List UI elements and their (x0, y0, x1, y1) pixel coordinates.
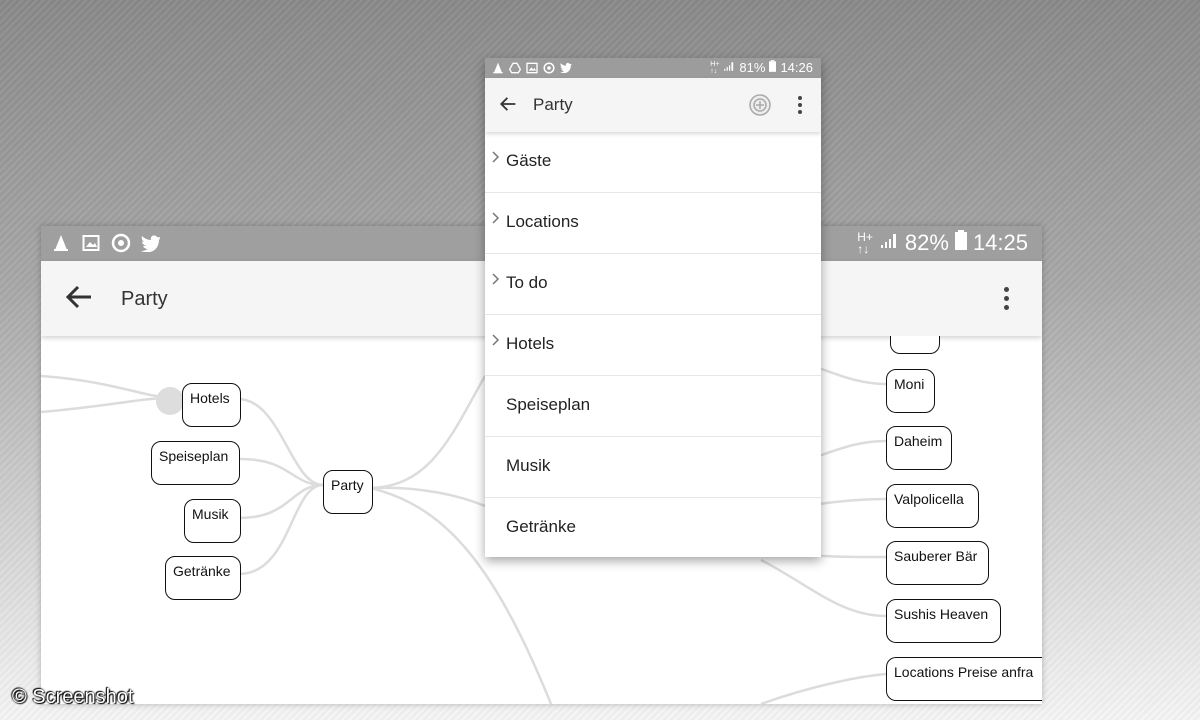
network-icon: H+ ↑↓ (857, 230, 873, 256)
list-item[interactable]: Gäste (485, 132, 821, 193)
status-bar: H+ ↑↓ 81% 14:26 (485, 58, 821, 78)
twitter-icon (141, 233, 161, 253)
list-item[interactable]: Hotels (485, 315, 821, 376)
signal-icon (879, 230, 899, 256)
network-icon: H+ ↑↓ (710, 60, 720, 75)
mindmap-node-left[interactable]: Musik (184, 499, 241, 543)
outline-screen: H+ ↑↓ 81% 14:26 Party Gäste Locations To… (485, 58, 821, 557)
list-item[interactable]: To do (485, 254, 821, 315)
mindmap-node-center[interactable]: Party (323, 470, 373, 514)
battery-icon (954, 230, 967, 256)
more-options-icon[interactable] (798, 96, 804, 114)
mindmap-node-left[interactable]: Getränke (165, 556, 241, 600)
image-icon (525, 61, 538, 74)
battery-level: 81% (739, 60, 766, 75)
list-item-label: Musik (506, 456, 551, 475)
mindmap-node-right[interactable]: Sushis Heaven (886, 599, 1001, 643)
vlc-icon (51, 233, 71, 253)
battery-icon (769, 60, 777, 75)
drive-icon (508, 61, 521, 74)
signal-icon (723, 60, 735, 75)
image-icon (81, 233, 101, 253)
list-item[interactable]: Speiseplan (485, 376, 821, 437)
outline-list: Gäste Locations To do Hotels Speiseplan … (485, 132, 821, 557)
list-item-label: To do (506, 273, 548, 292)
clock: 14:25 (972, 230, 1028, 255)
node-drag-handle[interactable] (156, 387, 184, 415)
page-title: Party (121, 288, 168, 310)
list-item-label: Locations (506, 212, 579, 231)
watermark: © Screenshot (12, 686, 134, 708)
back-arrow-icon[interactable] (497, 93, 519, 115)
list-item[interactable]: Musik (485, 437, 821, 498)
chevron-right-icon[interactable] (490, 211, 500, 225)
mindmap-node-right[interactable]: Locations Preise anfra (886, 657, 1042, 701)
list-item-label: Speiseplan (506, 395, 591, 414)
app-bar: Party (485, 78, 821, 132)
mindmap-node-partial[interactable] (890, 336, 940, 354)
mindmap-node-right[interactable]: Valpolicella (886, 484, 979, 528)
battery-level: 82% (904, 230, 949, 255)
list-item[interactable]: Locations (485, 193, 821, 254)
sync-icon (111, 233, 131, 253)
mindmap-node-right[interactable]: Daheim (886, 426, 952, 470)
list-item-label: Getränke (506, 517, 576, 536)
twitter-icon (559, 61, 572, 74)
list-item[interactable]: Getränke (485, 498, 821, 557)
mindmap-node-left[interactable]: Hotels (182, 383, 241, 427)
chevron-right-icon[interactable] (490, 333, 500, 347)
list-item-label: Gäste (506, 151, 552, 170)
more-options-icon[interactable] (1004, 287, 1010, 310)
mindmap-node-left[interactable]: Speiseplan (151, 441, 240, 485)
list-item-label: Hotels (506, 334, 555, 353)
back-arrow-icon[interactable] (61, 279, 97, 315)
mindmap-node-right[interactable]: Sauberer Bär (886, 541, 989, 585)
vlc-icon (491, 61, 504, 74)
add-node-icon[interactable] (749, 94, 771, 116)
chevron-right-icon[interactable] (490, 272, 500, 286)
clock: 14:26 (780, 60, 813, 75)
page-title: Party (533, 95, 573, 114)
mindmap-node-right[interactable]: Moni (886, 369, 935, 413)
chevron-right-icon[interactable] (490, 150, 500, 164)
sync-icon (542, 61, 555, 74)
